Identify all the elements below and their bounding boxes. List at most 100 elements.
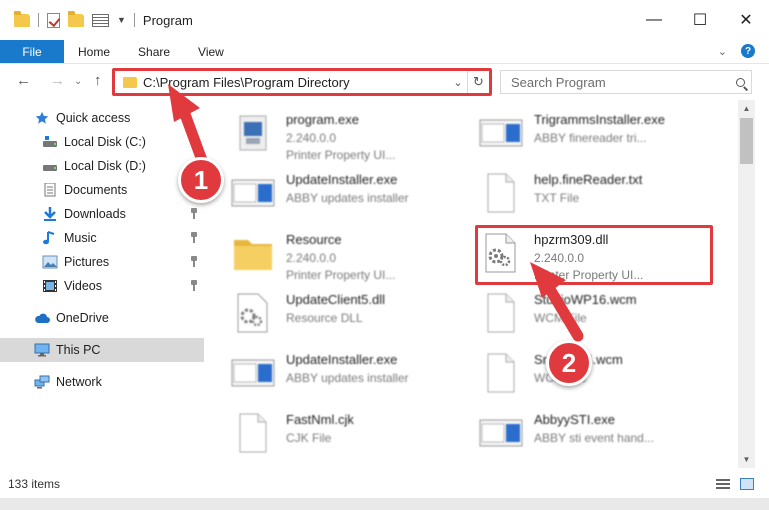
drive-icon [43,136,57,147]
blank-file-icon [239,413,267,453]
sidebar-item-quick-access[interactable]: Quick access [0,106,204,130]
file-item[interactable]: FastNml.cjk CJK File [230,406,490,462]
computer-icon [34,343,50,357]
expand-ribbon-chevron-icon[interactable]: ⌄ [718,45,727,58]
recent-locations-chevron-icon[interactable]: ⌄ [74,76,82,87]
file-name: UpdateInstaller.exe [286,352,398,367]
toolbar-divider [133,13,135,27]
file-detail: TXT File [534,191,580,205]
properties-list-icon[interactable] [92,13,109,27]
file-name: help.fineReader.txt [534,172,643,187]
back-arrow-icon[interactable]: ← [16,72,31,89]
sidebar-item-label: This PC [56,343,101,357]
file-detail: Printer Property UI... [286,268,396,282]
pin-icon[interactable] [190,256,198,267]
window-bottom-edge [0,498,769,510]
network-icon [34,375,50,389]
music-icon [43,231,55,245]
file-item[interactable]: UpdateClient5.dll Resource DLL [230,286,490,342]
blank-file-icon [487,293,515,333]
file-name: Resource [286,232,342,247]
installer-icon [231,179,275,207]
file-item[interactable]: Resource 2.240.0.0 Printer Property UI..… [230,226,490,282]
ribbon-tabs: File Home Share View ⌄ ? [0,40,769,64]
tab-file[interactable]: File [0,40,64,63]
file-item[interactable]: SndFile14.wcm WCM File [478,346,738,402]
address-history-chevron-icon[interactable]: ⌄ [449,76,467,89]
folder-icon [123,76,137,88]
vertical-scrollbar[interactable]: ▲ ▼ [738,100,755,468]
sidebar-item-documents[interactable]: Documents [0,178,204,202]
scrollbar-thumb[interactable] [740,118,753,164]
sidebar-item-music[interactable]: Music [0,226,204,250]
file-item[interactable]: UpdateInstaller.exe ABBY updates install… [230,166,490,222]
dll-icon [485,233,516,273]
navigation-pane: Quick access Local Disk (C:) Local Disk … [0,100,204,468]
file-name: UpdateClient5.dll [286,292,386,307]
cloud-icon [35,313,50,323]
step2-badge: 2 [546,340,592,386]
customize-toolbar-chevron-icon[interactable]: ▼ [117,15,126,25]
quick-access-toolbar: ▼ [14,10,135,28]
file-item[interactable]: StudioWP16.wcm WCM File [478,286,738,342]
dll-icon [237,293,268,333]
file-item[interactable]: UpdateInstaller.exe ABBY updates install… [230,346,490,402]
file-name: FastNml.cjk [286,412,354,427]
file-item-hpzrm309-dll[interactable]: hpzrm309.dll 2.240.0.0 Printer Property … [478,226,738,282]
sidebar-item-label: Downloads [64,207,126,221]
item-count: 133 items [8,477,61,491]
file-item[interactable]: help.fineReader.txt TXT File [478,166,738,222]
sidebar-item-onedrive[interactable]: OneDrive [0,306,204,330]
pin-icon[interactable] [190,232,198,243]
sidebar-item-this-pc[interactable]: This PC [0,338,204,362]
details-view-icon[interactable] [716,478,730,490]
maximize-button[interactable]: ☐ [677,0,723,40]
folder-icon[interactable] [14,10,30,27]
refresh-icon[interactable]: ↻ [467,71,489,93]
sidebar-item-label: OneDrive [56,311,109,325]
pin-icon[interactable] [190,208,198,219]
sidebar-item-local-disk-d[interactable]: Local Disk (D:) [0,154,204,178]
large-icons-view-icon[interactable] [740,478,754,490]
sidebar-item-pictures[interactable]: Pictures [0,250,204,274]
tab-home[interactable]: Home [64,40,124,63]
search-icon[interactable] [729,77,751,87]
address-path[interactable]: C:\Program Files\Program Directory [143,75,449,90]
file-detail: Printer Property UI... [534,268,644,282]
new-folder-icon[interactable] [68,10,84,27]
scroll-up-arrow-icon[interactable]: ▲ [738,100,755,117]
sidebar-item-downloads[interactable]: Downloads [0,202,204,226]
file-item[interactable]: AbbyySTI.exe ABBY sti event hand... [478,406,738,462]
pin-icon[interactable] [190,136,198,147]
file-item[interactable]: program.exe 2.240.0.0 Printer Property U… [230,106,490,162]
sidebar-item-network[interactable]: Network [0,370,204,394]
address-bar[interactable]: C:\Program Files\Program Directory ⌄ ↻ [114,70,490,94]
tab-view[interactable]: View [184,40,238,63]
sidebar-item-videos[interactable]: Videos [0,274,204,298]
pin-icon[interactable] [190,280,198,291]
file-detail: ABBY finereader tri... [534,131,647,145]
status-bar: 133 items [0,472,769,496]
navigation-bar: ← → ⌄ ↑ C:\Program Files\Program Directo… [0,64,769,98]
file-detail: 2.240.0.0 [286,251,337,265]
properties-check-icon[interactable] [47,12,60,28]
search-input[interactable]: Search Program [511,75,729,90]
file-detail: Resource DLL [286,311,363,325]
toolbar-divider [38,13,39,27]
file-item[interactable]: TrigrammsInstaller.exe ABBY finereader t… [478,106,738,162]
exe-icon [239,115,267,151]
scroll-down-arrow-icon[interactable]: ▼ [738,451,755,468]
help-icon[interactable]: ? [741,44,755,58]
sidebar-item-label: Documents [64,183,128,197]
search-box[interactable]: Search Program [500,70,752,94]
file-detail: 2.240.0.0 [286,131,337,145]
tab-share[interactable]: Share [124,40,184,63]
drive-icon [43,165,57,171]
installer-icon [231,359,275,387]
forward-arrow-icon[interactable]: → [50,72,65,89]
minimize-button[interactable]: — [631,0,677,40]
sidebar-item-local-disk-c[interactable]: Local Disk (C:) [0,130,204,154]
close-button[interactable]: ✕ [723,0,769,40]
up-arrow-icon[interactable]: ↑ [94,72,102,89]
installer-icon [479,119,523,147]
